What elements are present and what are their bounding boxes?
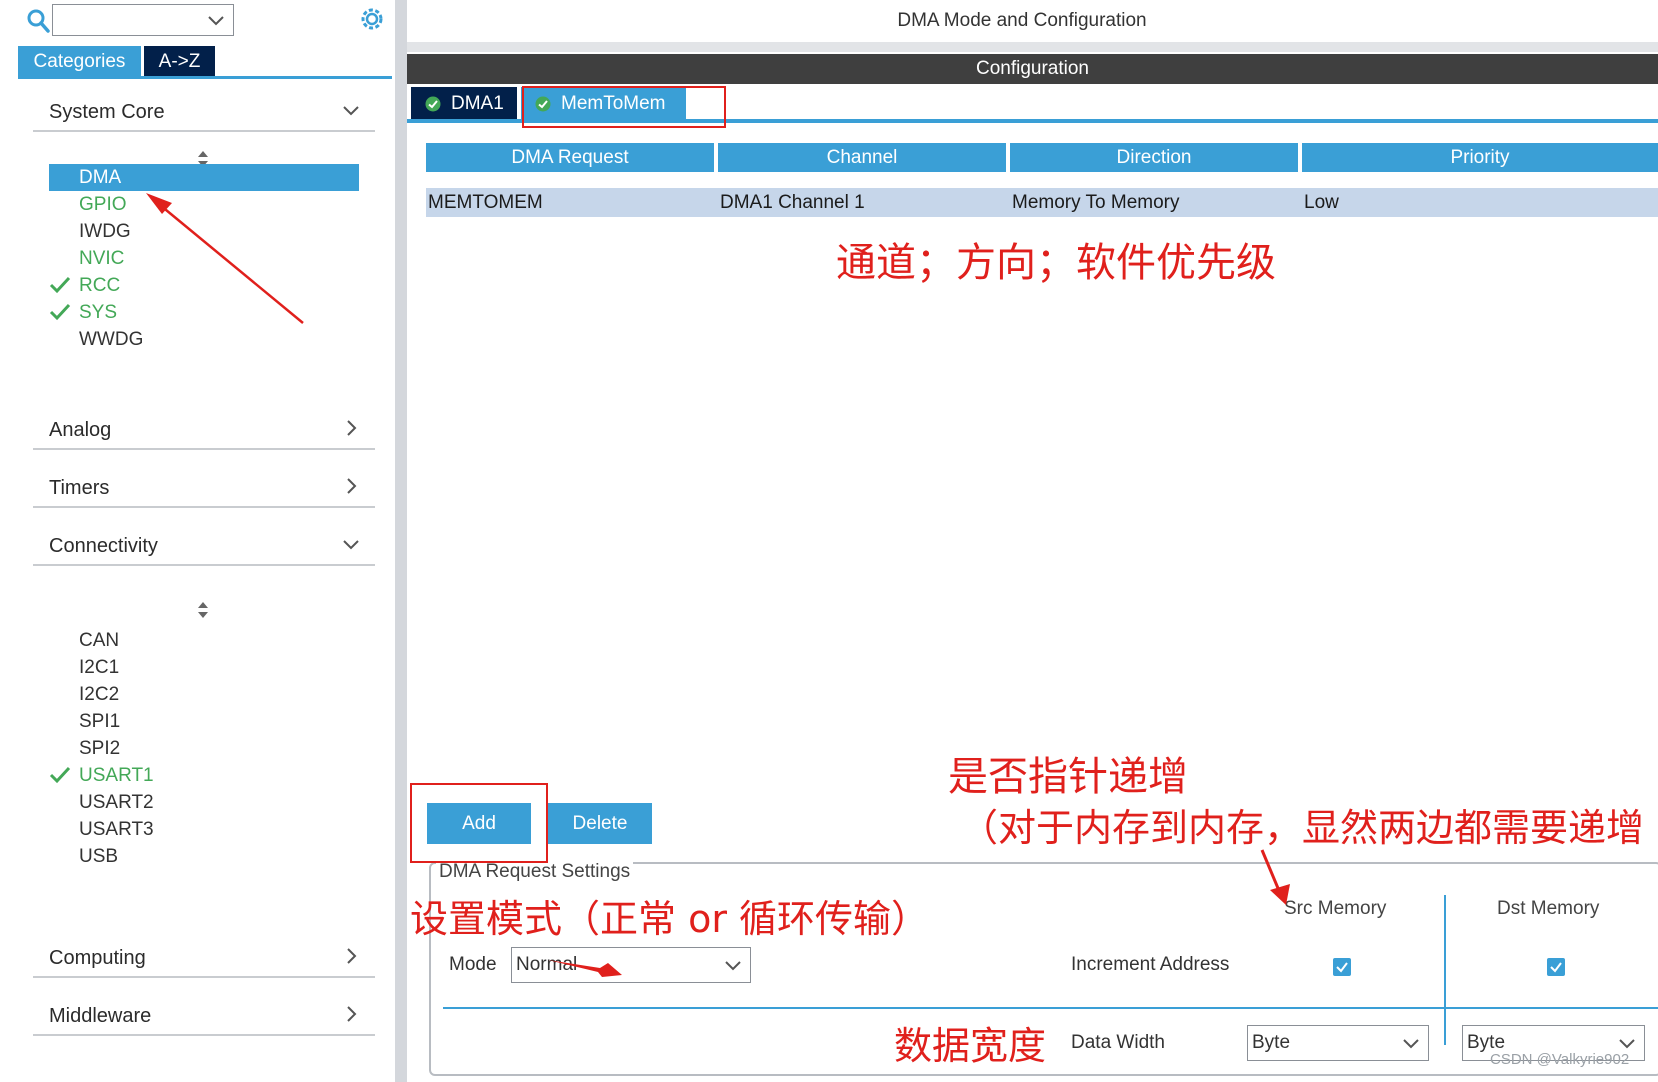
- search-combobox[interactable]: [52, 4, 234, 36]
- src-data-width-select[interactable]: Byte: [1247, 1025, 1429, 1061]
- chevron-down-icon: [1403, 1039, 1419, 1049]
- group-label: Middleware: [49, 1005, 152, 1027]
- table-cell-channel[interactable]: DMA1 Channel 1: [718, 188, 1010, 217]
- panel-splitter[interactable]: [395, 0, 407, 1082]
- check-icon: [49, 303, 71, 321]
- group-analog[interactable]: Analog: [33, 404, 375, 450]
- table-cell-direction[interactable]: Memory To Memory: [1010, 188, 1302, 217]
- chevron-down-icon: [1619, 1039, 1635, 1049]
- sidebar-item-label: WWDG: [79, 329, 144, 350]
- highlight-add-button: [410, 783, 548, 863]
- group-label: Timers: [49, 477, 110, 499]
- configuration-header: Configuration: [407, 54, 1658, 84]
- column-header-direction[interactable]: Direction: [1010, 143, 1298, 172]
- sort-icon[interactable]: [195, 600, 211, 620]
- group-label: Computing: [49, 947, 146, 969]
- chevron-right-icon: [347, 1006, 357, 1022]
- tab-label: DMA1: [451, 93, 504, 114]
- check-icon: [1336, 962, 1348, 973]
- dst-memory-header: Dst Memory: [1497, 898, 1600, 919]
- data-width-annotation: 数据宽度: [894, 1024, 1047, 1068]
- sidebar-item-label: IWDG: [79, 221, 131, 242]
- group-label: Analog: [49, 419, 112, 441]
- sidebar-item-label: NVIC: [79, 248, 125, 269]
- src-increment-checkbox[interactable]: [1333, 958, 1351, 976]
- sidebar-item-label: USART2: [79, 792, 154, 813]
- mode-label: Mode: [449, 954, 497, 975]
- group-middleware[interactable]: Middleware: [33, 990, 375, 1036]
- sidebar-item-label: I2C2: [79, 684, 120, 705]
- settings-legend: DMA Request Settings: [436, 860, 634, 884]
- table-annotation: 通道；方向；软件优先级: [836, 240, 1276, 286]
- chevron-down-icon: [343, 106, 359, 116]
- src-memory-header: Src Memory: [1284, 898, 1387, 919]
- sidebar-item-label: USART3: [79, 819, 154, 840]
- left-panel: Categories A->Z System Core DMA GPIO IWDG N…: [0, 0, 395, 1082]
- increment-annotation-line2: （对于内存到内存，显然两边都需要递增: [960, 806, 1645, 850]
- increment-annotation-line1: 是否指针递增: [948, 754, 1188, 800]
- sidebar-item-label: I2C1: [79, 657, 120, 678]
- group-timers[interactable]: Timers: [33, 462, 375, 508]
- src-data-width-value: Byte: [1252, 1032, 1291, 1053]
- sidebar-item-label: DMA: [79, 167, 122, 188]
- chevron-down-icon: [343, 540, 359, 550]
- column-header-dma-request[interactable]: DMA Request: [426, 143, 714, 172]
- chevron-right-icon: [347, 948, 357, 964]
- title-separator: [407, 42, 1658, 52]
- sidebar-item-dma[interactable]: DMA: [49, 164, 359, 191]
- tab-a-to-z[interactable]: A->Z: [144, 46, 215, 77]
- check-icon: [49, 766, 71, 784]
- highlight-memtomem-tab: [522, 86, 726, 128]
- chevron-right-icon: [347, 478, 357, 494]
- check-icon: [1550, 962, 1562, 973]
- group-system-core[interactable]: System Core: [33, 86, 375, 132]
- sidebar-item-label: CAN: [79, 630, 120, 651]
- data-width-label: Data Width: [1071, 1032, 1165, 1053]
- gear-icon[interactable]: [359, 6, 385, 32]
- dst-increment-checkbox[interactable]: [1547, 958, 1565, 976]
- column-divider: [1444, 895, 1446, 1045]
- delete-button[interactable]: Delete: [548, 803, 652, 844]
- check-circle-icon: [425, 96, 441, 112]
- group-connectivity[interactable]: Connectivity: [33, 520, 375, 566]
- watermark: CSDN @Valkyrie902: [1490, 1051, 1630, 1068]
- check-icon: [49, 276, 71, 294]
- chevron-down-icon: [208, 16, 224, 26]
- chevron-right-icon: [347, 420, 357, 436]
- sidebar-item-label: RCC: [79, 275, 121, 296]
- sidebar-item-label: USART1: [79, 765, 154, 786]
- page-title: DMA Mode and Configuration: [407, 0, 1637, 42]
- tab-dma1[interactable]: DMA1: [411, 87, 517, 120]
- mode-annotation: 设置模式（正常 or 循环传输）: [410, 897, 930, 941]
- dst-data-width-value: Byte: [1467, 1032, 1506, 1053]
- table-cell-priority[interactable]: Low: [1302, 188, 1658, 217]
- sidebar-item-label: GPIO: [79, 194, 127, 215]
- search-icon[interactable]: [26, 8, 50, 34]
- tab-categories[interactable]: Categories: [18, 46, 141, 77]
- group-label: System Core: [49, 101, 165, 123]
- tab-underline: [18, 76, 392, 79]
- sidebar-item-label: SYS: [79, 302, 118, 323]
- column-header-priority[interactable]: Priority: [1302, 143, 1658, 172]
- table-cell-dma-request[interactable]: MEMTOMEM: [426, 188, 718, 217]
- sidebar-item-label: USB: [79, 846, 119, 867]
- group-label: Connectivity: [49, 535, 158, 557]
- increment-address-label: Increment Address: [1071, 954, 1230, 975]
- mode-select-value: Normal: [516, 954, 578, 975]
- mode-select[interactable]: Normal: [511, 947, 751, 983]
- settings-row-divider: [443, 1007, 1658, 1009]
- sidebar-item-label: SPI1: [79, 711, 121, 732]
- sidebar-item-label: SPI2: [79, 738, 121, 759]
- group-computing[interactable]: Computing: [33, 932, 375, 978]
- column-header-channel[interactable]: Channel: [718, 143, 1006, 172]
- chevron-down-icon: [725, 961, 741, 971]
